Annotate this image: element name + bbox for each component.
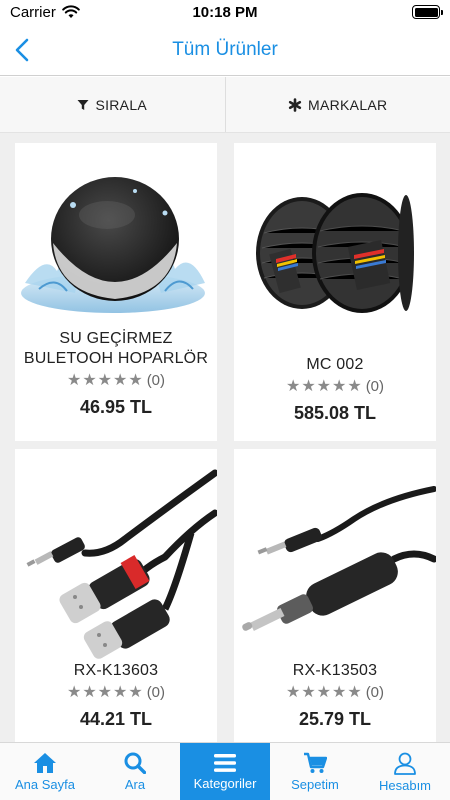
- product-name: SU GEÇİRMEZ BULETOOH HOPARLÖR: [23, 330, 209, 367]
- star-icon: ★: [82, 370, 97, 389]
- tab-label: Sepetim: [291, 776, 339, 792]
- page-title: Tüm Ürünler: [172, 38, 278, 60]
- product-image-cable-reel: [234, 143, 436, 355]
- tab-search[interactable]: Ara: [90, 743, 180, 800]
- star-icon: ★: [128, 682, 143, 701]
- home-icon: [34, 752, 56, 773]
- rating-stars: ★ ★ ★ ★ ★: [67, 684, 143, 700]
- rating-stars: ★ ★ ★ ★ ★: [286, 684, 362, 700]
- status-bar: Carrier 10:18 PM: [0, 0, 450, 24]
- search-icon: [124, 752, 146, 774]
- rating-count: (0): [146, 371, 166, 389]
- carrier-label: Carrier: [10, 3, 56, 21]
- star-icon: ★: [97, 370, 112, 389]
- product-card[interactable]: RX-K13503 ★ ★ ★ ★ ★ (0) 25.79 TL: [234, 449, 436, 742]
- product-image-jack-cable: [234, 449, 436, 661]
- product-rating: ★ ★ ★ ★ ★ (0): [15, 371, 217, 389]
- battery-icon: [412, 5, 443, 19]
- star-icon: ★: [97, 682, 112, 701]
- product-rating: ★ ★ ★ ★ ★ (0): [15, 683, 217, 701]
- status-left: Carrier: [10, 4, 80, 21]
- product-rating: ★ ★ ★ ★ ★ (0): [234, 683, 436, 701]
- product-price: 44.21 TL: [79, 709, 153, 729]
- brands-label: MARKALAR: [308, 96, 388, 113]
- star-icon: ★: [128, 370, 143, 389]
- menu-icon: [214, 753, 236, 772]
- product-rating: ★ ★ ★ ★ ★ (0): [234, 377, 436, 395]
- filter-bar: SIRALA MARKALAR: [0, 77, 450, 133]
- rating-count: (0): [146, 683, 166, 701]
- cart-icon: [304, 752, 327, 773]
- star-icon: ★: [347, 376, 362, 395]
- user-icon: [394, 752, 416, 775]
- product-name: RX-K13503: [292, 662, 378, 679]
- tab-bar: Ana Sayfa Ara Kategoriler Sepetim Hesabı…: [0, 742, 450, 800]
- star-icon: ★: [113, 682, 128, 701]
- tab-cart[interactable]: Sepetim: [270, 743, 360, 800]
- star-icon: ★: [66, 370, 82, 389]
- star-icon: ★: [301, 376, 316, 395]
- filter-icon: [77, 99, 89, 110]
- tab-label: Kategoriler: [193, 775, 257, 791]
- star-icon: ★: [332, 682, 347, 701]
- product-card[interactable]: MC 002 ★ ★ ★ ★ ★ (0) 585.08 TL: [234, 143, 436, 441]
- rating-stars: ★ ★ ★ ★ ★: [67, 372, 143, 388]
- star-icon: ★: [332, 376, 347, 395]
- rating-count: (0): [365, 377, 385, 395]
- star-icon: ★: [66, 682, 82, 701]
- tab-home[interactable]: Ana Sayfa: [0, 743, 90, 800]
- product-card[interactable]: RX-K13603 ★ ★ ★ ★ ★ (0) 44.21 TL: [15, 449, 217, 742]
- star-icon: ★: [316, 682, 331, 701]
- sort-label: SIRALA: [95, 96, 148, 113]
- tab-categories[interactable]: Kategoriler: [180, 743, 270, 800]
- sort-button[interactable]: SIRALA: [0, 77, 225, 132]
- tab-label: Hesabım: [378, 777, 432, 793]
- nav-bar: Tüm Ürünler: [0, 24, 450, 76]
- tab-account[interactable]: Hesabım: [360, 743, 450, 800]
- star-icon: ★: [82, 682, 97, 701]
- tab-label: Ara: [124, 776, 146, 792]
- rating-count: (0): [365, 683, 385, 701]
- chevron-left-icon: [15, 38, 29, 62]
- brands-button[interactable]: MARKALAR: [224, 77, 450, 132]
- tab-label: Ana Sayfa: [15, 776, 75, 792]
- product-price: 46.95 TL: [79, 397, 153, 417]
- product-price: 585.08 TL: [293, 403, 377, 423]
- star-icon: ★: [347, 682, 362, 701]
- star-icon: ★: [301, 682, 316, 701]
- rating-stars: ★ ★ ★ ★ ★: [286, 378, 362, 394]
- asterisk-icon: [288, 97, 302, 112]
- wifi-icon: [62, 5, 80, 18]
- back-button[interactable]: [8, 34, 36, 66]
- product-image-xlr-y-cable: [15, 449, 217, 661]
- product-name: RX-K13603: [73, 662, 159, 679]
- product-name: MC 002: [306, 356, 364, 373]
- product-grid: SU GEÇİRMEZ BULETOOH HOPARLÖR ★ ★ ★ ★ ★ (0) …: [0, 133, 450, 742]
- product-card[interactable]: SU GEÇİRMEZ BULETOOH HOPARLÖR ★ ★ ★ ★ ★ (0) …: [15, 143, 217, 441]
- star-icon: ★: [285, 376, 301, 395]
- product-image-speaker: [15, 143, 217, 329]
- star-icon: ★: [316, 376, 331, 395]
- star-icon: ★: [285, 682, 301, 701]
- product-price: 25.79 TL: [298, 709, 372, 729]
- star-icon: ★: [113, 370, 128, 389]
